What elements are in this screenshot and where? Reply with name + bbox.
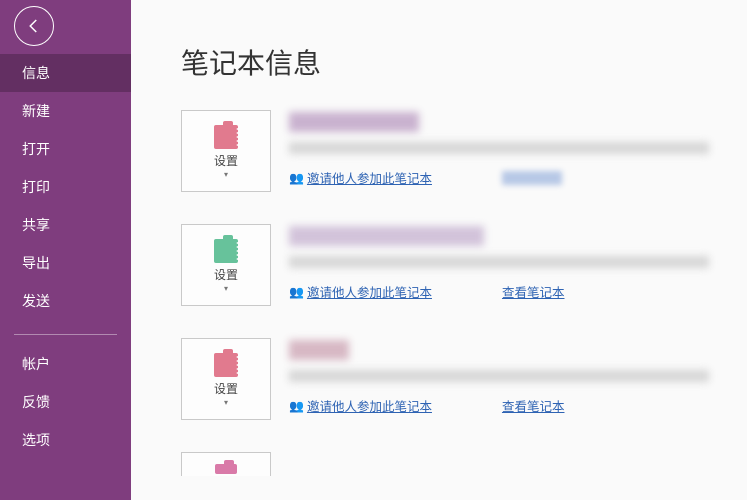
notebook-info: 👥 邀请他人参加此笔记本 [289,110,747,187]
notebook-list: 设置 ▾ 👥 邀请他人参加此笔记本 [181,110,747,476]
nav-item-export[interactable]: 导出 [0,244,131,282]
notebook-icon [215,464,237,474]
invite-link[interactable]: 👥 邀请他人参加此笔记本 [289,168,432,187]
notebook-item: 设置 ▾ 👥 邀请他人参加此笔记本 查看笔记本 [181,338,747,420]
settings-label: 设置 [214,380,238,397]
nav-item-account[interactable]: 帐户 [0,345,131,383]
sidebar-nav-bottom: 帐户 反馈 选项 [0,345,131,459]
sidebar-nav: 信息 新建 打开 打印 共享 导出 发送 [0,54,131,320]
sidebar-divider [14,334,117,335]
notebook-path-redacted [289,370,709,382]
nav-item-info[interactable]: 信息 [0,54,131,92]
people-icon: 👥 [289,171,304,185]
notebook-item: 设置 ▾ 👥 邀请他人参加此笔记本 [181,110,747,192]
view-notebook-link[interactable]: 查看笔记本 [502,282,565,301]
view-notebook-link[interactable]: 查看笔记本 [502,396,565,415]
notebook-icon [214,353,238,377]
nav-item-print[interactable]: 打印 [0,168,131,206]
settings-label: 设置 [214,266,238,283]
notebook-item: 设置 ▾ 👥 邀请他人参加此笔记本 查看笔记本 [181,224,747,306]
invite-link-label: 邀请他人参加此笔记本 [307,396,432,415]
notebook-path-redacted [289,256,709,268]
notebook-settings-button[interactable]: 设置 ▾ [181,110,271,192]
notebook-icon [214,239,238,263]
nav-item-feedback[interactable]: 反馈 [0,383,131,421]
notebook-settings-button[interactable] [181,452,271,476]
nav-item-options[interactable]: 选项 [0,421,131,459]
notebook-settings-button[interactable]: 设置 ▾ [181,338,271,420]
notebook-info: 👥 邀请他人参加此笔记本 查看笔记本 [289,338,747,415]
nav-item-open[interactable]: 打开 [0,130,131,168]
back-button[interactable] [14,6,54,46]
nav-item-share[interactable]: 共享 [0,206,131,244]
nav-item-new[interactable]: 新建 [0,92,131,130]
people-icon: 👥 [289,399,304,413]
invite-link[interactable]: 👥 邀请他人参加此笔记本 [289,396,432,415]
notebook-title-redacted [289,226,484,246]
people-icon: 👥 [289,285,304,299]
chevron-down-icon: ▾ [224,400,228,406]
notebook-settings-button[interactable]: 设置 ▾ [181,224,271,306]
notebook-path-redacted [289,142,709,154]
notebook-title-redacted [289,340,349,360]
invite-link-label: 邀请他人参加此笔记本 [307,168,432,187]
redacted-link [502,171,562,185]
notebook-item-partial [181,452,747,476]
notebook-title-redacted [289,112,419,132]
chevron-down-icon: ▾ [224,172,228,178]
page-title: 笔记本信息 [181,42,747,82]
invite-link[interactable]: 👥 邀请他人参加此笔记本 [289,282,432,301]
back-arrow-icon [25,17,43,35]
nav-item-send[interactable]: 发送 [0,282,131,320]
content-area: 笔记本信息 设置 ▾ 👥 [131,0,747,500]
backstage-sidebar: 信息 新建 打开 打印 共享 导出 发送 帐户 反馈 选项 [0,0,131,500]
notebook-icon [214,125,238,149]
invite-link-label: 邀请他人参加此笔记本 [307,282,432,301]
settings-label: 设置 [214,152,238,169]
notebook-info: 👥 邀请他人参加此笔记本 查看笔记本 [289,224,747,301]
chevron-down-icon: ▾ [224,286,228,292]
